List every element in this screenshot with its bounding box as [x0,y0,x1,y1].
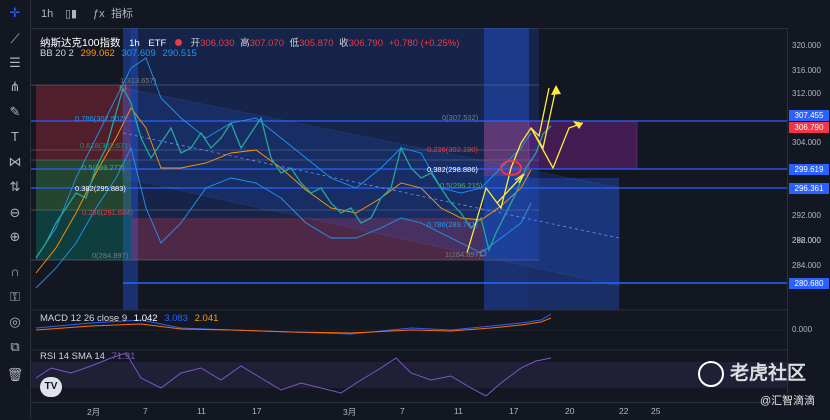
price-tag: 296.361 [789,183,829,194]
high-value: 307.070 [249,38,284,49]
price-axis[interactable]: 320.000 316.000 312.000 304.000 292.000 … [787,28,830,402]
price-tag: 299.619 [789,164,829,175]
bb-basis-value: 299.062 [80,48,115,59]
price-tick: 292.000 [792,211,821,220]
macd-axis-value: 0.000 [792,325,813,334]
price-tick: 316.000 [792,66,821,75]
hide-icon[interactable]: ◎ [6,313,24,331]
low-label: 低 [289,38,300,49]
fib-label: 0.786(289.741) [427,220,478,229]
time-tick: 20 [565,406,575,416]
top-toolbar: 1h ▯▮ ƒx 指标 [31,0,830,29]
macd-v1: 1.042 [133,313,158,324]
pitchfork-icon[interactable]: ⋔ [6,78,24,96]
rsi-legend[interactable]: RSI 14 SMA 14 71.91 [40,351,135,362]
pattern-icon[interactable]: ⋈ [6,153,24,171]
bb-upper-value: 307.609 [121,48,156,59]
fib-label: 0.618(302.671) [80,141,131,150]
price-tag: 307.455 [789,110,829,121]
macd-v3: 2.041 [194,313,219,324]
price-tag: 280.680 [789,278,829,289]
fib-label: 0.382(295.883) [75,184,126,193]
fib-label: 1(313.657) [120,76,157,85]
price-tag: 306.790 [789,122,829,133]
time-tick: 3月 [343,407,357,417]
low-value: 305.870 [299,38,334,49]
trendline-icon[interactable]: ⟋ [6,30,24,48]
target-box [528,120,638,170]
watermark: 老虎社区 [698,358,806,387]
watermark-user: @汇智滴滴 [760,395,816,407]
watermark-text: 老虎社区 [730,363,807,384]
ruler-icon[interactable]: ⊖ [6,204,24,222]
time-tick: 7 [400,406,405,416]
price-tick: 320.000 [792,41,821,50]
drawing-toolbar: ✛ ⟋ ☰ ⋔ ✎ T ⋈ ⇅ ⊖ ⊕ ∩ ⚿ ◎ ⧉ 🗑 [0,0,31,419]
close-label: 收 [339,38,349,49]
zoom-icon[interactable]: ⊕ [6,228,24,246]
rsi-value: 71.91 [111,351,136,362]
macd-legend[interactable]: MACD 12 26 close 9 1.042 3.083 2.041 [40,313,218,324]
price-tick: 288.000 [792,236,821,245]
layers-icon[interactable]: ⧉ [6,338,24,356]
forecast-icon[interactable]: ⇅ [6,178,24,196]
rsi-label: RSI 14 SMA 14 [40,351,105,362]
close-value: 306.790 [348,38,383,49]
time-tick: 17 [509,406,519,416]
lock-icon[interactable]: ⚿ [6,288,24,306]
time-tick: 17 [252,406,262,416]
crosshair-icon[interactable]: ✛ [6,4,24,22]
fib-label: 0.5(299.277) [82,163,125,172]
tiger-logo-icon [698,360,724,387]
price-tick: 284.000 [792,261,821,270]
fib-label: 1(284.897) [445,250,482,259]
fib-label: 0.382(298.886) [427,165,478,174]
time-tick: 2月 [87,407,101,417]
time-tick: 25 [651,406,661,416]
fib-label: 0.236(291.684) [82,208,133,217]
fib-label: 0.236(302.190) [427,145,478,154]
fib-icon[interactable]: ☰ [6,54,24,72]
magnet-icon[interactable]: ∩ [6,263,24,281]
brush-icon[interactable]: ✎ [6,103,24,121]
status-dot-icon [174,39,182,46]
tradingview-logo: TV [40,377,62,397]
fib-label: 0(307.532) [442,113,479,122]
bb-label: BB 20 2 [40,48,74,59]
price-tick: 304.000 [792,138,821,147]
trash-icon[interactable]: 🗑 [6,366,24,384]
fib-label: 0.786(307.502) [75,114,126,123]
time-tick: 7 [143,406,148,416]
change-value: +0.780 (+0.25%) [388,38,460,49]
price-tick: 312.000 [792,89,821,98]
bb-lower-value: 290.515 [162,48,197,59]
indicators-fx-icon[interactable]: ƒx [93,6,105,22]
time-tick: 11 [454,406,463,416]
chart-style-icon[interactable]: ▯▮ [65,6,77,22]
indicators-button[interactable]: 指标 [111,6,133,22]
time-axis[interactable]: 2月 7 11 17 3月 7 11 17 20 22 25 [31,402,787,420]
high-label: 高 [240,38,250,49]
fib-label: 0(284.897) [92,251,129,260]
text-icon[interactable]: T [6,128,24,146]
time-tick: 11 [197,406,206,416]
interval-button[interactable]: 1h [41,6,53,22]
macd-label: MACD 12 26 close 9 [40,313,128,324]
macd-v2: 3.083 [164,313,188,324]
fib-label: 0.5(296.215) [440,181,483,190]
open-value: 306.030 [200,38,235,49]
time-tick: 22 [619,406,629,416]
bb-legend[interactable]: BB 20 2 299.062 307.609 290.515 [40,48,197,59]
